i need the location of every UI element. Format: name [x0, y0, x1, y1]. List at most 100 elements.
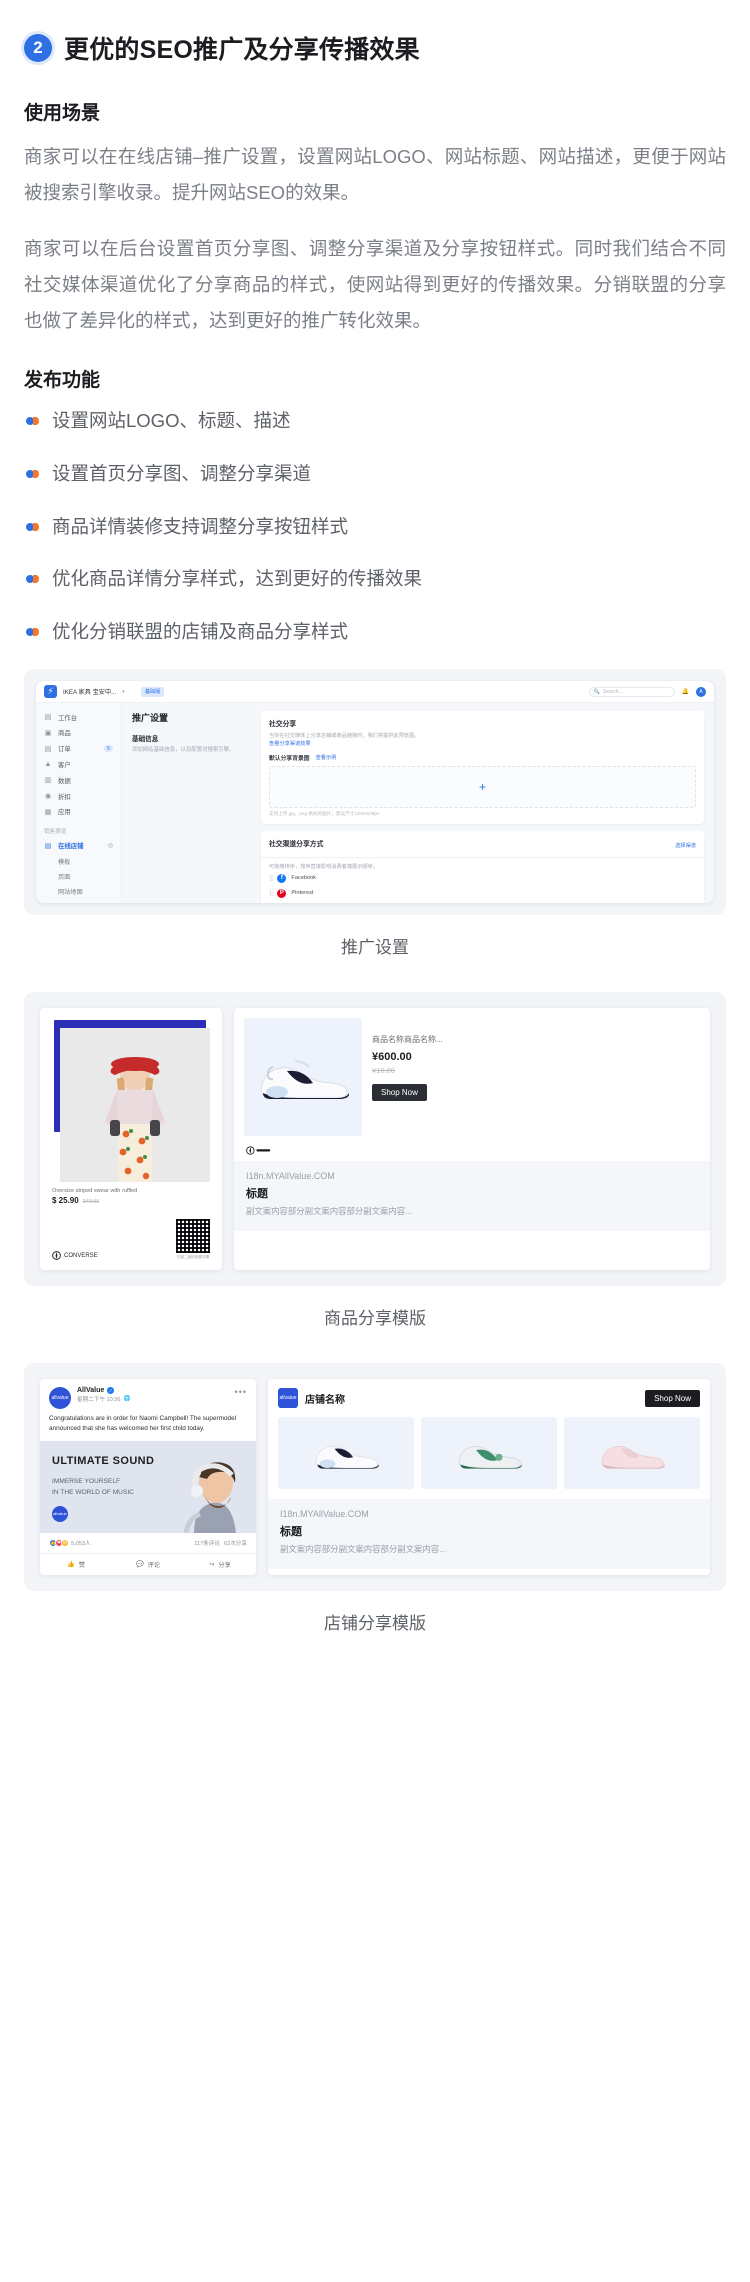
discount-icon: ◉ — [44, 793, 52, 801]
page-title: 更优的SEO推广及分享传播效果 — [64, 36, 420, 64]
chevron-down-icon[interactable]: ▾ — [122, 689, 125, 695]
promo-caption: 推广设置 — [341, 938, 409, 958]
channel-row-facebook[interactable]: ⣿ f Facebook — [269, 871, 696, 886]
sidebar-item-domain[interactable]: 域名 — [36, 900, 121, 904]
social-share-title: 社交分享 — [269, 721, 297, 729]
banner-line-1: IMMERSE YOURSELF — [52, 1477, 121, 1485]
default-share-image-label: 默认分享背景图 — [269, 755, 310, 762]
thumbs-up-icon: 👍 — [67, 1561, 75, 1568]
qr-block: 扫描二维码查看详情 — [176, 1219, 210, 1260]
post-identity: AllValue ✓ 星期二下午 10:36 🌐 — [77, 1387, 131, 1403]
facebook-post: allvalue AllValue ✓ 星期二下午 10:36 🌐 ••• Co… — [40, 1379, 256, 1575]
post-reactions: 👍 ❤ 😆 5,053人 117条评论 62次分享 — [40, 1533, 256, 1553]
view-share-channel-link[interactable]: 查看分享渠道效果 — [269, 740, 696, 747]
model-photo — [60, 1028, 210, 1183]
scene-paragraph-1: 商家可以在在线店铺–推广设置，设置网站LOGO、网站标题、网站描述，更便于网站被… — [24, 146, 726, 204]
preview-domain: I18n.MYAllValue.COM — [280, 1509, 369, 1520]
shop-avatar: allvalue — [278, 1388, 298, 1409]
online-store-icon: ▤ — [44, 842, 52, 850]
apps-icon: ▦ — [44, 808, 52, 816]
shop-share-preview: allvalue 店铺名称 Shop Now I18n.MYAllValue.C… — [268, 1379, 710, 1575]
more-options-icon[interactable]: ••• — [235, 1387, 247, 1397]
shop-now-button[interactable]: Shop Now — [372, 1084, 427, 1102]
page-root: 2 更优的SEO推广及分享传播效果 使用场景 商家可以在在线店铺–推广设置，设置… — [0, 0, 750, 1634]
sidebar-item-template[interactable]: 模板 — [36, 854, 121, 869]
admin-topbar: ⚡ IKEA 家具 宝安中... ▾ 基础版 🔍 Search... 🔔 A — [36, 681, 714, 704]
share-button[interactable]: ↪ 分享 — [184, 1554, 256, 1575]
topbar-right: 🔍 Search... 🔔 A — [588, 686, 706, 697]
sidebar-item-label: 商品 — [58, 730, 71, 738]
product-price: ¥600.00 — [372, 1051, 412, 1064]
reaction-count: 5,053人 — [71, 1540, 91, 1547]
share-channel-panel: 社交渠道分享方式 选择渠道 可拖拽排序，排序直接影响消费者端展示顺序。 ⣿ f … — [261, 831, 704, 904]
sidebar-item-products[interactable]: ▣ 商品 — [36, 725, 121, 741]
product-old-price: ¥10.00 — [372, 1066, 395, 1076]
product-poster: Oversize striped swear with ruffled $ 25… — [40, 1008, 222, 1271]
shop-product-grid — [268, 1417, 710, 1499]
orders-count-badge: 5 — [103, 745, 113, 753]
avatar[interactable]: A — [696, 686, 706, 697]
comment-button[interactable]: 💬 评论 — [112, 1554, 184, 1575]
admin-window: ⚡ IKEA 家具 宝安中... ▾ 基础版 🔍 Search... 🔔 A ▤… — [36, 681, 714, 904]
product-image — [244, 1018, 362, 1137]
scene-paragraph-2: 商家可以在后台设置首页分享图、调整分享渠道及分享按钮样式。同时我们结合不同社交媒… — [24, 238, 726, 332]
shop-share-screenshot: allvalue AllValue ✓ 星期二下午 10:36 🌐 ••• Co… — [24, 1363, 726, 1590]
share-channel-desc: 可拖拽排序，排序直接影响消费者端展示顺序。 — [269, 863, 378, 870]
post-timestamp: 星期二下午 10:36 🌐 — [77, 1395, 131, 1403]
product-share-block: Oversize striped swear with ruffled $ 25… — [24, 992, 726, 1329]
sidebar-item-customers[interactable]: ▲ 客户 — [36, 757, 121, 773]
drag-handle-icon[interactable]: ⣿ — [269, 875, 274, 882]
sidebar-item-online-store[interactable]: ▤ 在线店铺 ◎ — [36, 838, 121, 854]
list-item: 商品详情装修支持调整分享按钮样式 — [24, 512, 726, 542]
select-channel-link[interactable]: 选择渠道 — [675, 842, 696, 849]
poster-footer: CONVERSE 扫描二维码查看详情 — [52, 1219, 210, 1261]
search-icon: 🔍 — [593, 688, 600, 695]
orders-icon: ▤ — [44, 745, 52, 753]
sidebar-item-workbench[interactable]: ▤ 工作台 — [36, 709, 121, 725]
drag-handle-icon[interactable]: ⣿ — [269, 890, 274, 897]
default-share-image-row: 默认分享背景图 查看示例 — [269, 753, 696, 762]
preview-subtitle: 副文案内容部分副文案内容部分副文案内容... — [280, 1544, 447, 1555]
eye-icon[interactable]: ◎ — [108, 842, 113, 849]
sidebar-item-apps[interactable]: ▦ 应用 — [36, 804, 121, 820]
notification-bell-icon[interactable]: 🔔 — [682, 688, 689, 695]
sidebar-item-analytics[interactable]: ▥ 数据 — [36, 772, 121, 788]
social-share-panel: 社交分享 当你在社交媒体上分享店铺或商品链接时，我们将提供此预览图。 查看分享渠… — [261, 711, 704, 825]
search-input[interactable]: 🔍 Search... — [588, 686, 675, 697]
sidebar-item-pages[interactable]: 页面 — [36, 869, 121, 884]
channel-name: Pinterest — [291, 890, 314, 897]
banner-photo — [164, 1447, 250, 1533]
product-preview-top: 商品名称商品名称... ¥600.00 ¥10.00 Shop Now — [234, 1008, 710, 1146]
sidebar-item-discounts[interactable]: ◉ 折扣 — [36, 788, 121, 804]
sidebar-item-label: 折扣 — [58, 793, 71, 801]
sidebar-item-label: 客户 — [58, 762, 71, 770]
sidebar-item-label: 数据 — [58, 777, 71, 785]
globe-icon: 🌐 — [123, 1396, 131, 1403]
sidebar-item-sitemap[interactable]: 网站地图 — [36, 884, 121, 899]
view-example-link[interactable]: 查看示例 — [316, 754, 337, 761]
qr-code-icon — [176, 1219, 210, 1254]
account-label: AllValue — [77, 1387, 105, 1395]
like-button[interactable]: 👍 赞 — [40, 1554, 112, 1575]
workbench-icon: ▤ — [44, 714, 52, 722]
promo-screenshot-block: ⚡ IKEA 家具 宝安中... ▾ 基础版 🔍 Search... 🔔 A ▤… — [24, 669, 726, 958]
customers-icon: ▲ — [44, 761, 52, 769]
share-channel-title: 社交渠道分享方式 — [269, 841, 324, 849]
bullet-icon — [26, 522, 39, 531]
feature-label: 设置首页分享图、调整分享渠道 — [52, 462, 312, 484]
post-banner: ULTIMATE SOUND IMMERSE YOURSELF IN THE W… — [40, 1440, 256, 1533]
plan-badge: 基础版 — [140, 686, 165, 697]
sidebar-item-orders[interactable]: ▤ 订单 5 — [36, 741, 121, 757]
shop-switcher-label[interactable]: IKEA 家具 宝安中... — [63, 687, 116, 696]
shop-now-button[interactable]: Shop Now — [645, 1389, 700, 1407]
preview-brand-mark — [234, 1146, 710, 1161]
poster-price: $ 25.90 $40.90 — [52, 1196, 210, 1205]
channel-row-pinterest[interactable]: ⣿ P Pinterest — [269, 886, 696, 901]
promo-screenshot-card: ⚡ IKEA 家具 宝安中... ▾ 基础版 🔍 Search... 🔔 A ▤… — [24, 669, 726, 916]
product-share-card: Oversize striped swear with ruffled $ 25… — [24, 992, 726, 1287]
product-thumb-2 — [421, 1417, 557, 1490]
settings-right-column: 社交分享 当你在社交媒体上分享店铺或商品链接时，我们将提供此预览图。 查看分享渠… — [261, 711, 704, 904]
image-upload-dropzone[interactable]: + — [269, 765, 696, 808]
upload-hint: 支持上传 jpg、png 格式的图片，建议尺寸1200x628px — [269, 811, 380, 817]
feature-label: 设置网站LOGO、标题、描述 — [52, 410, 291, 432]
